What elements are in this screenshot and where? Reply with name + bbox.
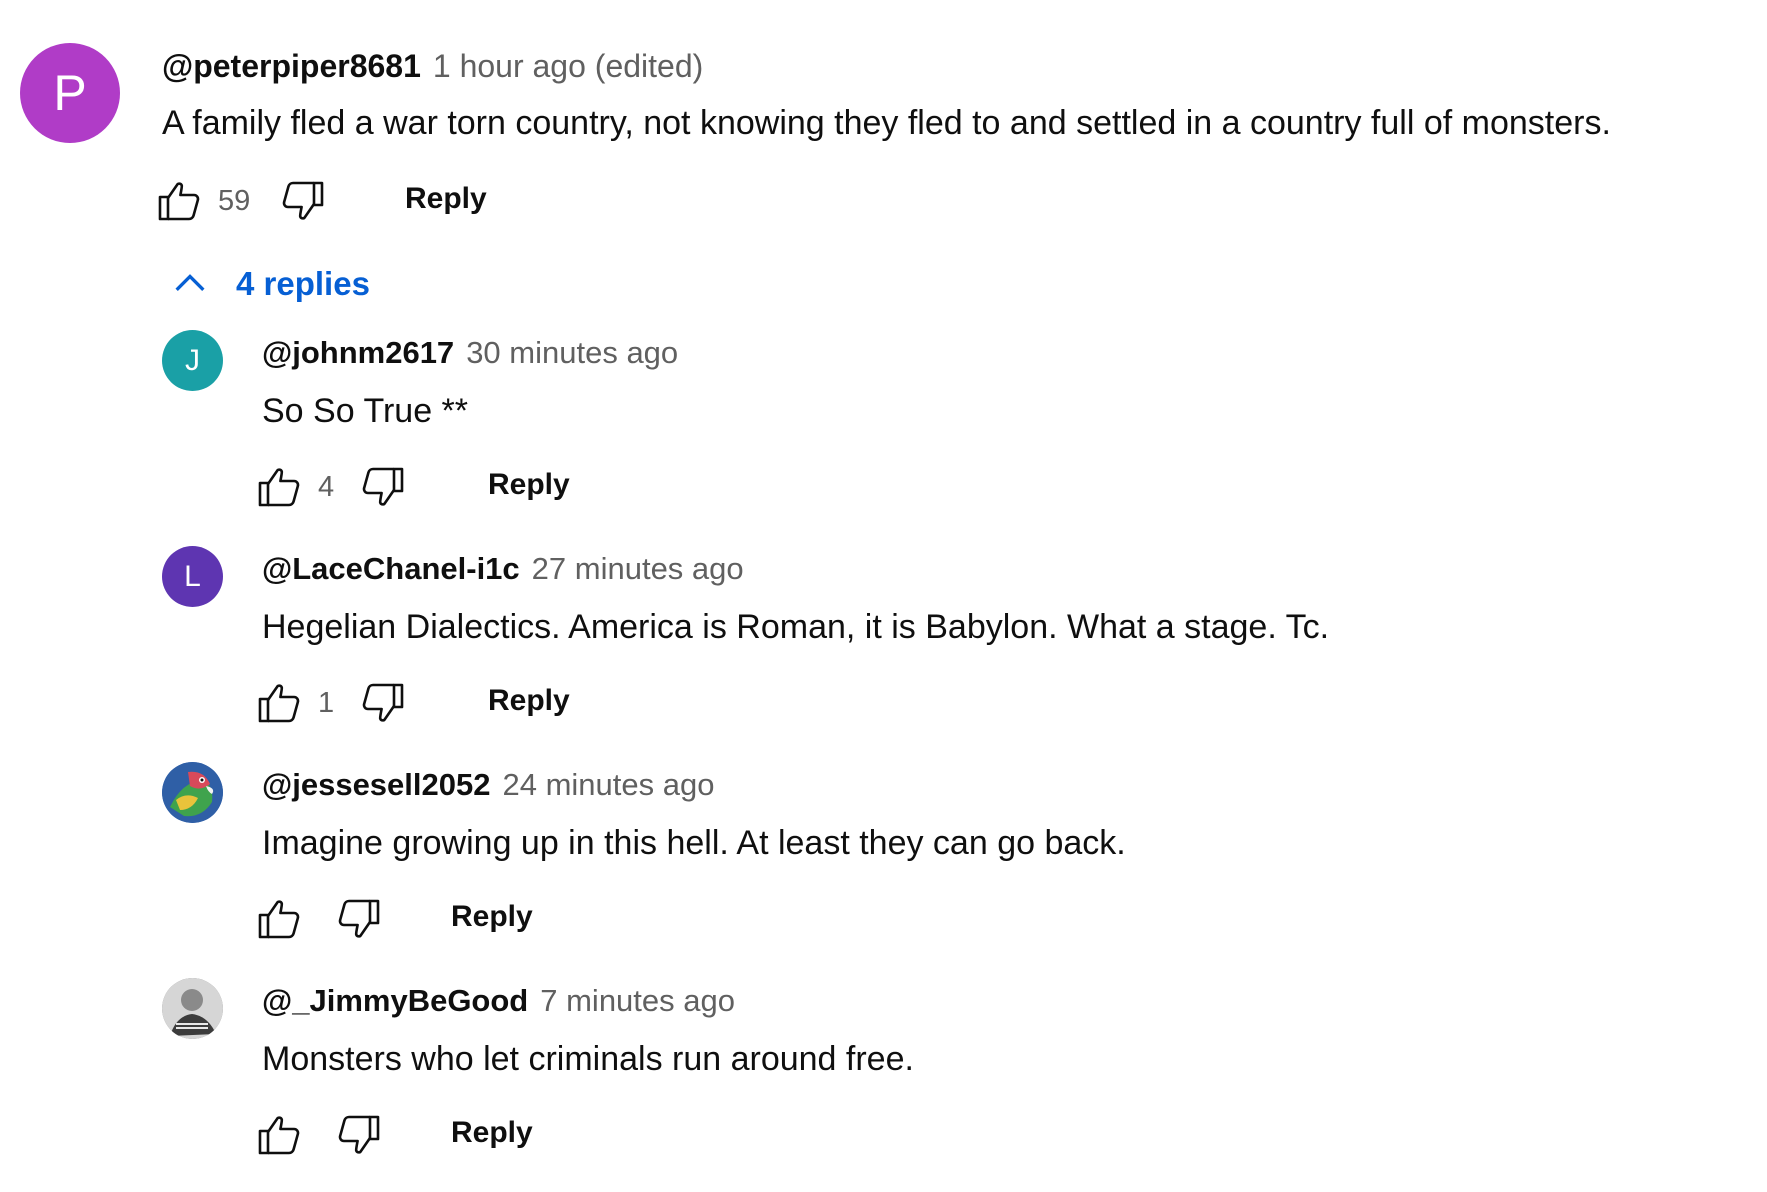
thumb-up-icon xyxy=(258,1116,300,1155)
timestamp[interactable]: 7 minutes ago xyxy=(540,983,735,1019)
like-count: 1 xyxy=(318,686,335,719)
dislike-button[interactable] xyxy=(334,1111,382,1159)
comment-header: @LaceChanel-i1c 27 minutes ago xyxy=(262,551,744,587)
timestamp[interactable]: 27 minutes ago xyxy=(532,551,744,587)
like-button[interactable] xyxy=(256,1111,304,1159)
like-button[interactable] xyxy=(256,895,304,943)
timestamp[interactable]: 1 hour ago (edited) xyxy=(433,48,703,85)
avatar[interactable]: P xyxy=(20,43,120,143)
thumb-up-icon xyxy=(258,684,300,723)
person-photo-avatar-icon xyxy=(162,978,223,1039)
like-button[interactable] xyxy=(256,679,304,727)
parrot-avatar-icon xyxy=(162,762,223,823)
thumb-down-icon xyxy=(338,899,380,938)
author-name[interactable]: @jessesell2052 xyxy=(262,767,490,803)
thumb-up-icon xyxy=(258,900,300,939)
comment-header: @_JimmyBeGood 7 minutes ago xyxy=(262,983,735,1019)
reply-button[interactable]: Reply xyxy=(451,900,533,934)
author-name[interactable]: @peterpiper8681 xyxy=(162,48,421,85)
timestamp[interactable]: 30 minutes ago xyxy=(466,335,678,371)
comment-text: A family fled a war torn country, not kn… xyxy=(162,104,1611,142)
comment-actions: 59 xyxy=(156,177,326,225)
avatar-letter: L xyxy=(184,559,201,593)
avatar[interactable]: L xyxy=(162,546,223,607)
avatar-letter: J xyxy=(185,343,200,377)
author-name[interactable]: @LaceChanel-i1c xyxy=(262,551,520,587)
comment-actions: 1 xyxy=(256,679,406,727)
dislike-button[interactable] xyxy=(358,463,406,511)
reply-button[interactable]: Reply xyxy=(405,182,487,216)
chevron-up-icon xyxy=(175,274,205,292)
comment-actions xyxy=(256,1111,382,1159)
like-count: 59 xyxy=(218,184,251,217)
comment-actions: 4 xyxy=(256,463,406,511)
avatar[interactable]: J xyxy=(162,330,223,391)
comment-text: Imagine growing up in this hell. At leas… xyxy=(262,824,1126,862)
comment-text: Monsters who let criminals run around fr… xyxy=(262,1040,914,1078)
reply-button[interactable]: Reply xyxy=(488,684,570,718)
comment-text: Hegelian Dialectics. America is Roman, i… xyxy=(262,608,1330,646)
avatar-image[interactable] xyxy=(162,762,223,823)
avatar-image[interactable] xyxy=(162,978,223,1039)
comment-header: @peterpiper8681 1 hour ago (edited) xyxy=(162,48,703,85)
reply-button[interactable]: Reply xyxy=(451,1116,533,1150)
author-name[interactable]: @johnm2617 xyxy=(262,335,454,371)
like-button[interactable] xyxy=(256,463,304,511)
comment-text: So So True ** xyxy=(262,392,469,430)
replies-count-label: 4 replies xyxy=(236,265,370,302)
timestamp[interactable]: 24 minutes ago xyxy=(502,767,714,803)
thumb-up-icon xyxy=(158,182,200,221)
thumb-down-icon xyxy=(362,683,404,722)
thumb-down-icon xyxy=(282,181,324,220)
thumb-down-icon xyxy=(362,467,404,506)
author-name[interactable]: @_JimmyBeGood xyxy=(262,983,528,1019)
like-button[interactable] xyxy=(156,177,204,225)
dislike-button[interactable] xyxy=(358,679,406,727)
dislike-button[interactable] xyxy=(278,177,326,225)
thumb-up-icon xyxy=(258,468,300,507)
comment-header: @jessesell2052 24 minutes ago xyxy=(262,767,714,803)
comment-actions xyxy=(256,895,382,943)
like-count: 4 xyxy=(318,470,335,503)
comment-thread: P @peterpiper8681 1 hour ago (edited) A … xyxy=(0,0,1767,1192)
dislike-button[interactable] xyxy=(334,895,382,943)
replies-toggle[interactable]: 4 replies xyxy=(170,264,370,304)
reply-button[interactable]: Reply xyxy=(488,468,570,502)
comment-header: @johnm2617 30 minutes ago xyxy=(262,335,678,371)
avatar-letter: P xyxy=(53,65,87,121)
thumb-down-icon xyxy=(338,1115,380,1154)
